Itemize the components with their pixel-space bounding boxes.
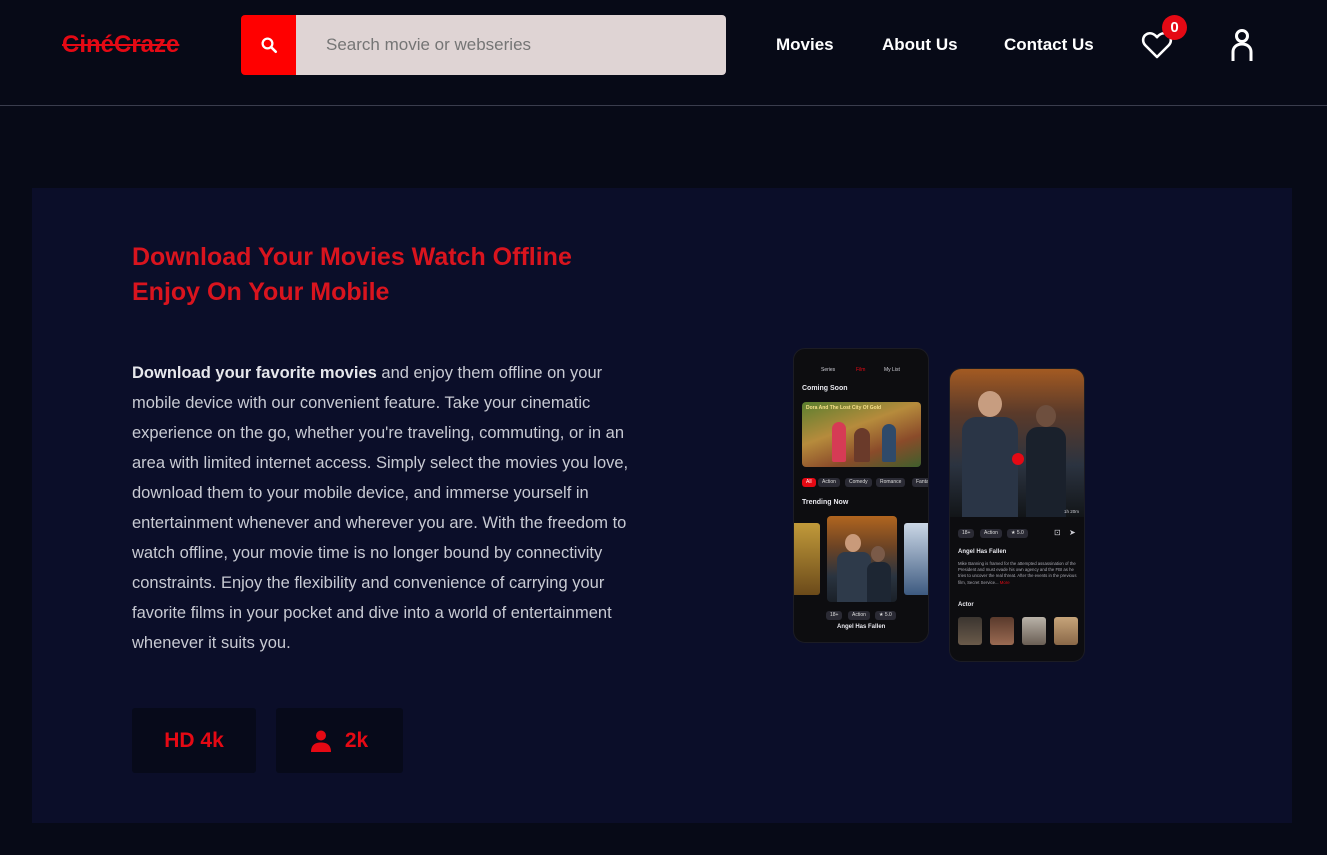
user-icon [310, 730, 331, 752]
actor-avatar[interactable] [1022, 617, 1046, 645]
score-badge: ★ 5.0 [875, 611, 896, 620]
trending-poster-left[interactable] [794, 523, 820, 595]
phone-mockup-detail: 1h 20m 18+ Action ★ 5.0 ⊡ ➤ Angel Has Fa… [949, 368, 1085, 662]
user-icon[interactable] [1228, 28, 1256, 62]
stat-hd-quality: HD 4k [132, 708, 256, 773]
detail-poster[interactable]: 1h 20m [950, 369, 1084, 517]
section-headline: Download Your Movies Watch Offline Enjoy… [132, 243, 572, 306]
wishlist-count-badge: 0 [1162, 15, 1187, 40]
trending-poster-right[interactable] [904, 523, 928, 595]
site-logo[interactable]: CinéCraze [62, 31, 179, 59]
stat-users: 2k [276, 708, 403, 773]
nav-about-us[interactable]: About Us [882, 35, 958, 55]
phone-mockup-home: Series Film My List Coming Soon Dora And… [793, 348, 929, 643]
actor-avatar[interactable] [1054, 617, 1078, 645]
site-header: CinéCraze Movies About Us Contact Us 0 [0, 0, 1327, 106]
score-badge: ★ 5.0 [1007, 529, 1028, 538]
nav-movies[interactable]: Movies [776, 35, 834, 55]
actor-avatar[interactable] [990, 617, 1014, 645]
trending-poster-main[interactable] [827, 516, 897, 602]
download-section: Download Your Movies Watch Offline Enjoy… [32, 188, 1292, 823]
actor-avatar[interactable] [1084, 617, 1085, 645]
search-icon [261, 37, 277, 54]
detail-synopsis: Mike Banning is framed for the attempted… [958, 561, 1077, 585]
play-icon[interactable] [1012, 453, 1024, 465]
nav-contact-us[interactable]: Contact Us [1004, 35, 1094, 55]
actor-avatar[interactable] [958, 617, 982, 645]
search-bar [241, 15, 726, 75]
featured-poster[interactable]: Dora And The Lost City Of Gold [802, 402, 921, 467]
share-icon[interactable]: ➤ [1069, 528, 1076, 537]
section-description: Download your favorite movies and enjoy … [132, 364, 629, 652]
search-button[interactable] [241, 15, 296, 75]
search-input[interactable] [296, 15, 726, 75]
download-icon[interactable]: ⊡ [1054, 528, 1061, 537]
